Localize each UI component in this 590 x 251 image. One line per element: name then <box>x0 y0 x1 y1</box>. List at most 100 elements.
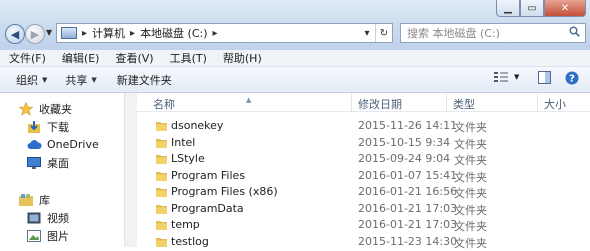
column-header-size[interactable]: 大小 <box>544 96 566 112</box>
menu-tools[interactable]: 工具(T) <box>161 50 214 66</box>
file-name[interactable]: Intel <box>171 136 195 149</box>
file-name[interactable]: testlog <box>171 235 209 248</box>
file-type: 文件夹 <box>454 236 487 250</box>
chevron-right-icon[interactable]: ▸ <box>213 28 218 39</box>
file-type: 文件夹 <box>454 203 487 217</box>
help-icon: ? <box>565 71 579 85</box>
file-row[interactable]: ProgramData 2016-01-21 17:03 文件夹 <box>137 201 590 217</box>
breadcrumb-computer[interactable]: 计算机 <box>92 25 125 41</box>
forward-button[interactable]: ▶ <box>25 24 45 44</box>
file-row[interactable]: Program Files 2016-01-07 15:41 文件夹 <box>137 168 590 184</box>
menu-file[interactable]: 文件(F) <box>0 50 53 66</box>
sort-ascending-icon: ▲ <box>246 96 252 104</box>
file-modified-date: 2015-11-26 14:11 <box>358 119 458 132</box>
file-row[interactable]: Program Files (x86) 2016-01-21 16:56 文件夹 <box>137 184 590 200</box>
refresh-icon[interactable]: ↻ <box>375 24 392 42</box>
chevron-right-icon[interactable]: ▸ <box>82 28 87 39</box>
file-row[interactable]: temp 2016-01-21 17:03 文件夹 <box>137 217 590 233</box>
folder-icon <box>156 188 167 197</box>
minimize-button[interactable]: ▁ <box>496 0 520 17</box>
sidebar-item-label: OneDrive <box>47 137 99 151</box>
chevron-down-icon: ▼ <box>42 75 48 84</box>
menu-view[interactable]: 查看(V) <box>106 50 160 66</box>
sidebar-libraries-label: 库 <box>39 194 50 207</box>
column-divider[interactable] <box>351 93 352 111</box>
file-type: 文件夹 <box>454 220 487 233</box>
back-button[interactable]: ◀ <box>5 24 25 44</box>
search-icon[interactable] <box>569 26 580 40</box>
column-header-row: ▲ 名称 修改日期 类型 大小 <box>137 93 590 112</box>
desktop-icon <box>26 156 42 170</box>
download-icon <box>26 120 42 134</box>
file-row[interactable]: Intel 2015-10-15 9:34 文件夹 <box>137 135 590 151</box>
window-title-bar: ▁ ▭ ✕ ◀ ▶ ▼ ▸ 计算机 ▸ 本地磁盘 (C:) ▸ ▾ ↻ 搜索 本… <box>0 0 590 50</box>
window-controls: ▁ ▭ ✕ <box>496 0 586 17</box>
folder-icon <box>156 155 167 164</box>
menu-bar: 文件(F) 编辑(E) 查看(V) 工具(T) 帮助(H) <box>0 50 590 67</box>
search-placeholder: 搜索 本地磁盘 (C:) <box>407 27 500 40</box>
file-type: 文件夹 <box>454 121 487 134</box>
share-label: 共享 <box>65 73 88 87</box>
column-header-name[interactable]: 名称 <box>153 96 175 112</box>
file-row[interactable]: testlog 2015-11-23 14:30 文件夹 <box>137 234 590 250</box>
chevron-right-icon[interactable]: ▸ <box>130 28 135 39</box>
maximize-button[interactable]: ▭ <box>520 0 544 17</box>
file-type: 文件夹 <box>454 187 487 200</box>
new-folder-button[interactable]: 新建文件夹 <box>117 72 172 88</box>
organize-label: 组织 <box>16 73 38 87</box>
preview-pane-button[interactable] <box>538 71 551 84</box>
file-row[interactable]: LStyle 2015-09-24 9:04 文件夹 <box>137 151 590 167</box>
folder-icon <box>156 122 167 131</box>
close-button[interactable]: ✕ <box>544 0 586 17</box>
column-divider[interactable] <box>537 93 538 111</box>
chevron-down-icon[interactable]: ▼ <box>514 73 519 81</box>
menu-help[interactable]: 帮助(H) <box>214 50 269 66</box>
file-name[interactable]: Program Files (x86) <box>171 185 278 198</box>
file-modified-date: 2016-01-21 17:03 <box>358 201 458 215</box>
column-divider[interactable] <box>446 93 447 111</box>
file-modified-date: 2016-01-21 16:56 <box>358 185 458 198</box>
menu-edit[interactable]: 编辑(E) <box>53 50 107 66</box>
view-options-icon <box>494 72 508 82</box>
search-input[interactable]: 搜索 本地磁盘 (C:) <box>400 23 586 43</box>
sidebar-item-videos[interactable]: 视频 <box>26 210 69 226</box>
navigation-pane-scrollbar[interactable] <box>124 93 137 247</box>
file-modified-date: 2016-01-07 15:41 <box>358 168 458 182</box>
file-row[interactable]: dsonekey 2015-11-26 14:11 文件夹 <box>137 118 590 134</box>
file-type: 文件夹 <box>454 170 487 184</box>
sidebar-item-label: 视频 <box>47 212 69 225</box>
file-name[interactable]: Program Files <box>171 169 245 182</box>
folder-icon <box>156 138 167 148</box>
file-modified-date: 2016-01-21 17:03 <box>358 218 458 231</box>
picture-icon <box>26 229 42 243</box>
address-bar[interactable]: ▸ 计算机 ▸ 本地磁盘 (C:) ▸ ▾ ↻ <box>56 23 393 43</box>
help-button[interactable]: ? <box>565 71 579 85</box>
file-name[interactable]: ProgramData <box>171 202 244 215</box>
share-button[interactable]: 共享 ▼ <box>65 72 96 88</box>
file-name[interactable]: dsonekey <box>171 119 223 132</box>
sidebar-libraries[interactable]: 库 <box>18 192 50 208</box>
sidebar-item-downloads[interactable]: 下载 <box>26 119 69 135</box>
column-header-type[interactable]: 类型 <box>453 96 475 112</box>
folder-icon <box>156 237 167 247</box>
address-dropdown-icon[interactable]: ▾ <box>359 28 375 39</box>
breadcrumb-local-disk[interactable]: 本地磁盘 (C:) <box>140 25 207 41</box>
cloud-icon <box>26 137 42 151</box>
folder-icon <box>156 171 167 181</box>
preview-pane-icon <box>538 71 551 84</box>
file-name[interactable]: LStyle <box>171 152 205 165</box>
column-header-date[interactable]: 修改日期 <box>358 96 402 112</box>
organize-button[interactable]: 组织 ▼ <box>16 72 47 88</box>
sidebar-favorites[interactable]: 收藏夹 <box>18 101 72 117</box>
sidebar-item-pictures[interactable]: 图片 <box>26 228 69 244</box>
library-icon <box>18 193 34 207</box>
file-name[interactable]: temp <box>171 218 200 231</box>
sidebar-favorites-label: 收藏夹 <box>39 103 72 116</box>
navigation-pane: 收藏夹 下载 OneDrive 桌面 库 视频 图片 <box>0 93 124 247</box>
folder-icon <box>156 221 167 230</box>
sidebar-item-desktop[interactable]: 桌面 <box>26 155 69 171</box>
file-modified-date: 2015-11-23 14:30 <box>358 234 458 248</box>
change-view-button[interactable]: ▼ <box>494 71 519 83</box>
recent-pages-dropdown-icon[interactable]: ▼ <box>46 28 52 37</box>
sidebar-item-onedrive[interactable]: OneDrive <box>26 137 99 151</box>
